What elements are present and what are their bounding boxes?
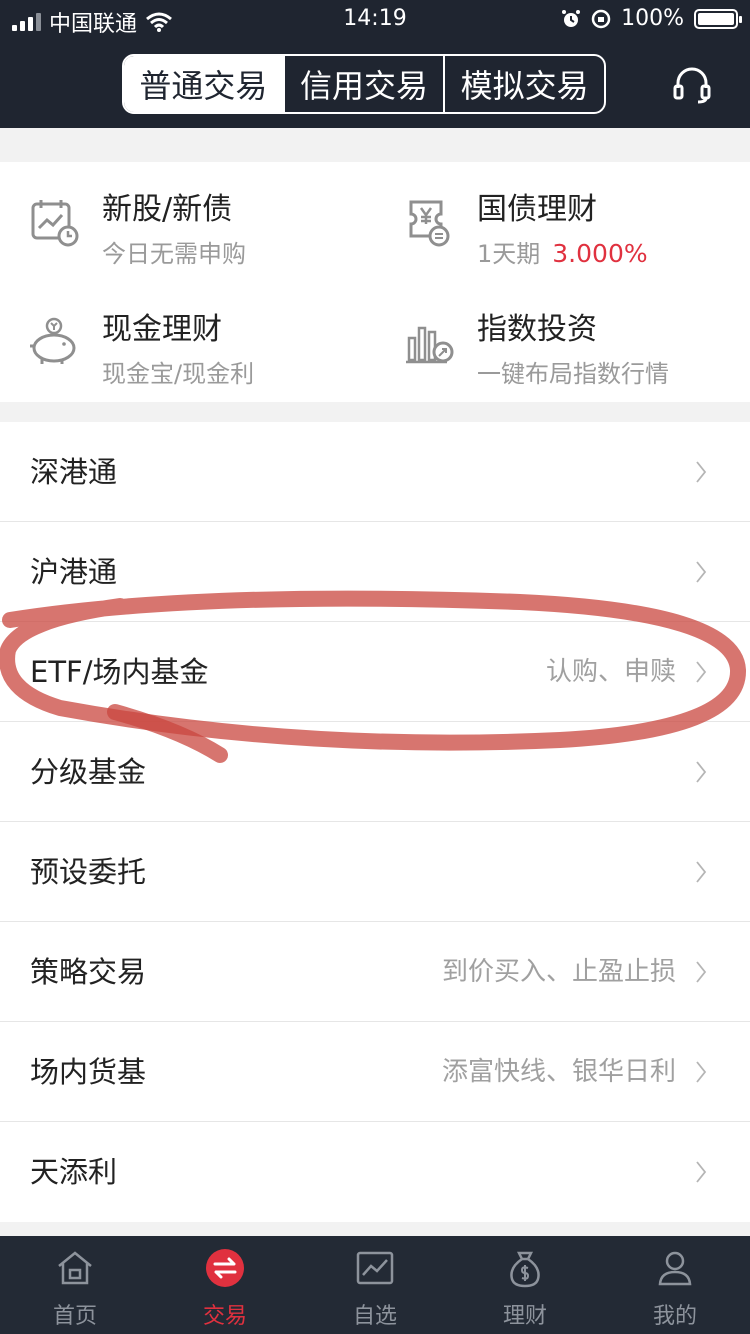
trade-mode-tabs: 普通交易 信用交易 模拟交易 <box>122 54 606 114</box>
chevron-right-icon <box>696 1161 707 1183</box>
feature-subtitle: 一键布局指数行情 <box>477 360 669 388</box>
menu-item-label: 预设委托 <box>30 855 147 889</box>
bottom-nav: 首页 交易 自选 理财 我的 <box>0 1236 750 1334</box>
feature-new-ipo[interactable]: 新股/新债 今日无需申购 <box>0 162 375 282</box>
menu-item-label: 深港通 <box>30 455 118 489</box>
feature-index-investment[interactable]: 指数投资 一键布局指数行情 <box>375 282 750 402</box>
nav-label: 自选 <box>352 1304 397 1329</box>
battery-icon <box>694 8 742 29</box>
menu-item-etf-fund[interactable]: ETF/场内基金 认购、申赎 <box>0 622 750 722</box>
feature-subtitle: 今日无需申购 <box>102 240 246 268</box>
feature-title: 新股/新债 <box>102 192 233 227</box>
piggy-bank-icon <box>30 317 76 364</box>
status-bar: 中国联通 14:19 100% <box>0 0 750 40</box>
chevron-right-icon <box>696 761 707 783</box>
menu-item-shanghai-hk-connect[interactable]: 沪港通 <box>0 522 750 622</box>
menu-item-label: ETF/场内基金 <box>30 655 209 689</box>
nav-watchlist[interactable]: 自选 <box>300 1236 450 1334</box>
bar-chart-icon <box>406 326 454 364</box>
menu-item-label: 策略交易 <box>30 955 147 989</box>
menu-item-strategy-trade[interactable]: 策略交易 到价买入、止盈止损 <box>0 922 750 1022</box>
chevron-right-icon <box>696 561 707 583</box>
menu-item-money-market-fund[interactable]: 场内货基 添富快线、银华日利 <box>0 1022 750 1122</box>
interest-rate: 3.000% <box>552 239 648 268</box>
tab-simulated-trade[interactable]: 模拟交易 <box>443 56 604 112</box>
transfer-icon <box>206 1249 244 1287</box>
chevron-right-icon <box>696 1061 707 1083</box>
feature-subtitle: 1天期 3.000% <box>477 239 648 268</box>
chevron-right-icon <box>696 461 707 483</box>
nav-wealth[interactable]: 理财 <box>450 1236 600 1334</box>
tab-credit-trade[interactable]: 信用交易 <box>282 56 444 112</box>
menu-item-label: 分级基金 <box>30 755 147 789</box>
nav-label: 我的 <box>652 1304 697 1329</box>
nav-trade[interactable]: 交易 <box>150 1236 300 1334</box>
headset-icon[interactable] <box>672 64 712 104</box>
trade-menu-list: 深港通 沪港通 ETF/场内基金 认购、申赎 分级基金 预设委托 策略交易 到价… <box>0 422 750 1222</box>
menu-item-label: 沪港通 <box>30 555 118 589</box>
top-bar: 中国联通 14:19 100% 普通交易 信用交易 模拟交易 <box>0 0 750 128</box>
menu-item-label: 天添利 <box>30 1155 118 1189</box>
feature-title: 现金理财 <box>102 312 222 347</box>
menu-item-hint: 认购、申赎 <box>545 657 676 687</box>
nav-label: 交易 <box>202 1304 247 1329</box>
chevron-right-icon <box>696 961 707 983</box>
menu-item-hint: 到价买入、止盈止损 <box>441 957 676 987</box>
menu-item-hint: 添富快线、银华日利 <box>441 1057 676 1087</box>
yuan-ticket-icon <box>409 200 450 247</box>
alarm-icon <box>562 9 581 27</box>
user-icon <box>658 1251 692 1286</box>
tab-normal-trade[interactable]: 普通交易 <box>124 56 283 112</box>
chevron-right-icon <box>696 861 707 883</box>
menu-item-structured-fund[interactable]: 分级基金 <box>0 722 750 822</box>
nav-home[interactable]: 首页 <box>0 1236 150 1334</box>
feature-grid: 新股/新债 今日无需申购 国债理财 1天期 3.000% 现金理财 现金宝/现金利 <box>0 162 750 402</box>
menu-item-preset-order[interactable]: 预设委托 <box>0 822 750 922</box>
stock-chart-icon <box>356 1251 394 1285</box>
feature-title: 国债理财 <box>477 192 597 227</box>
calendar-chart-icon <box>31 200 79 247</box>
feature-cash-management[interactable]: 现金理财 现金宝/现金利 <box>0 282 375 402</box>
menu-item-shenzhen-hk-connect[interactable]: 深港通 <box>0 422 750 522</box>
feature-subtitle: 现金宝/现金利 <box>102 360 255 388</box>
nav-label: 首页 <box>52 1304 97 1329</box>
money-bag-icon <box>510 1251 540 1288</box>
chevron-right-icon <box>696 661 707 683</box>
rotation-lock-icon <box>591 9 611 28</box>
feature-treasury-bond[interactable]: 国债理财 1天期 3.000% <box>375 162 750 282</box>
menu-item-tiantianli[interactable]: 天添利 <box>0 1122 750 1222</box>
nav-label: 理财 <box>502 1304 547 1329</box>
menu-item-label: 场内货基 <box>30 1055 147 1089</box>
home-icon <box>58 1251 92 1285</box>
nav-me[interactable]: 我的 <box>600 1236 750 1334</box>
feature-title: 指数投资 <box>477 312 597 347</box>
battery-percent: 100% <box>621 6 684 31</box>
